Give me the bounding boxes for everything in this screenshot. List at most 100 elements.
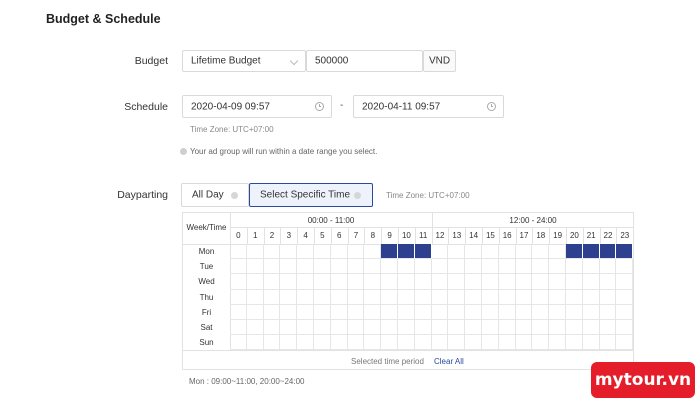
time-slot-cell[interactable] — [616, 335, 634, 351]
time-slot-cell[interactable] — [330, 244, 348, 260]
time-slot-cell[interactable] — [280, 289, 298, 305]
time-slot-cell[interactable] — [230, 289, 247, 305]
time-slot-cell[interactable] — [314, 274, 331, 290]
time-slot-cell[interactable] — [414, 335, 432, 351]
time-slot-cell[interactable] — [465, 335, 482, 351]
time-slot-cell[interactable] — [465, 244, 482, 260]
time-slot-cell[interactable] — [532, 289, 550, 305]
clear-all-link[interactable]: Clear All — [434, 357, 464, 366]
time-slot-cell[interactable] — [566, 320, 583, 336]
time-slot-cell[interactable] — [347, 244, 365, 260]
time-slot-cell[interactable] — [414, 259, 432, 275]
time-slot-cell[interactable] — [465, 320, 482, 336]
time-slot-cell[interactable] — [347, 335, 365, 351]
time-slot-cell[interactable] — [599, 274, 617, 290]
time-slot-cell[interactable] — [549, 244, 566, 260]
time-slot-cell[interactable] — [599, 289, 617, 305]
time-slot-cell[interactable] — [482, 244, 499, 260]
budget-type-select[interactable]: Lifetime Budget — [182, 50, 306, 72]
time-slot-cell[interactable] — [482, 335, 499, 351]
time-slot-cell[interactable] — [465, 289, 482, 305]
time-slot-cell[interactable] — [381, 259, 398, 275]
time-slot-cell[interactable] — [280, 274, 298, 290]
time-slot-cell[interactable] — [498, 274, 516, 290]
time-slot-cell[interactable] — [230, 304, 247, 320]
time-slot-cell[interactable] — [263, 259, 281, 275]
time-slot-cell[interactable] — [448, 320, 466, 336]
time-slot-cell[interactable] — [431, 304, 449, 320]
time-slot-cell[interactable] — [482, 304, 499, 320]
time-slot-cell[interactable] — [566, 244, 583, 260]
time-slot-cell[interactable] — [599, 335, 617, 351]
time-slot-cell[interactable] — [482, 320, 499, 336]
time-slot-cell[interactable] — [431, 335, 449, 351]
time-slot-cell[interactable] — [515, 274, 533, 290]
time-slot-cell[interactable] — [347, 304, 365, 320]
time-slot-cell[interactable] — [330, 304, 348, 320]
time-slot-cell[interactable] — [515, 259, 533, 275]
time-slot-cell[interactable] — [297, 244, 314, 260]
time-slot-cell[interactable] — [482, 289, 499, 305]
time-slot-cell[interactable] — [297, 320, 314, 336]
time-slot-cell[interactable] — [448, 304, 466, 320]
time-slot-cell[interactable] — [431, 289, 449, 305]
time-slot-cell[interactable] — [582, 304, 600, 320]
time-slot-cell[interactable] — [263, 289, 281, 305]
time-slot-cell[interactable] — [582, 259, 600, 275]
time-slot-cell[interactable] — [532, 259, 550, 275]
time-slot-cell[interactable] — [515, 244, 533, 260]
time-slot-cell[interactable] — [498, 304, 516, 320]
time-slot-cell[interactable] — [448, 244, 466, 260]
time-slot-cell[interactable] — [616, 274, 634, 290]
time-slot-cell[interactable] — [398, 304, 415, 320]
time-slot-cell[interactable] — [566, 289, 583, 305]
time-slot-cell[interactable] — [498, 244, 516, 260]
time-slot-cell[interactable] — [230, 320, 247, 336]
time-slot-cell[interactable] — [616, 320, 634, 336]
time-slot-cell[interactable] — [280, 320, 298, 336]
time-slot-cell[interactable] — [246, 335, 264, 351]
time-slot-cell[interactable] — [532, 244, 550, 260]
time-slot-cell[interactable] — [314, 289, 331, 305]
time-slot-cell[interactable] — [297, 259, 314, 275]
time-slot-cell[interactable] — [448, 274, 466, 290]
time-slot-cell[interactable] — [599, 320, 617, 336]
time-slot-cell[interactable] — [297, 335, 314, 351]
time-slot-cell[interactable] — [515, 304, 533, 320]
time-slot-cell[interactable] — [381, 335, 398, 351]
time-slot-cell[interactable] — [465, 304, 482, 320]
time-slot-cell[interactable] — [398, 320, 415, 336]
time-slot-cell[interactable] — [230, 244, 247, 260]
time-slot-cell[interactable] — [431, 274, 449, 290]
time-slot-cell[interactable] — [297, 304, 314, 320]
time-slot-cell[interactable] — [314, 244, 331, 260]
time-slot-cell[interactable] — [566, 335, 583, 351]
time-slot-cell[interactable] — [280, 244, 298, 260]
time-slot-cell[interactable] — [280, 304, 298, 320]
time-slot-cell[interactable] — [364, 320, 382, 336]
time-slot-cell[interactable] — [431, 244, 449, 260]
time-slot-cell[interactable] — [263, 304, 281, 320]
time-slot-cell[interactable] — [246, 289, 264, 305]
time-slot-cell[interactable] — [414, 244, 432, 260]
time-slot-cell[interactable] — [582, 320, 600, 336]
time-slot-cell[interactable] — [616, 259, 634, 275]
time-slot-cell[interactable] — [263, 335, 281, 351]
time-slot-cell[interactable] — [314, 335, 331, 351]
time-slot-cell[interactable] — [297, 274, 314, 290]
time-slot-cell[interactable] — [381, 304, 398, 320]
time-slot-cell[interactable] — [448, 335, 466, 351]
time-slot-cell[interactable] — [246, 244, 264, 260]
time-slot-cell[interactable] — [566, 259, 583, 275]
time-slot-cell[interactable] — [616, 289, 634, 305]
time-slot-cell[interactable] — [246, 274, 264, 290]
time-slot-cell[interactable] — [465, 274, 482, 290]
time-slot-cell[interactable] — [364, 335, 382, 351]
time-slot-cell[interactable] — [414, 304, 432, 320]
time-slot-cell[interactable] — [381, 274, 398, 290]
time-slot-cell[interactable] — [230, 335, 247, 351]
time-slot-cell[interactable] — [364, 244, 382, 260]
time-slot-cell[interactable] — [246, 259, 264, 275]
time-slot-cell[interactable] — [582, 335, 600, 351]
time-slot-cell[interactable] — [364, 259, 382, 275]
